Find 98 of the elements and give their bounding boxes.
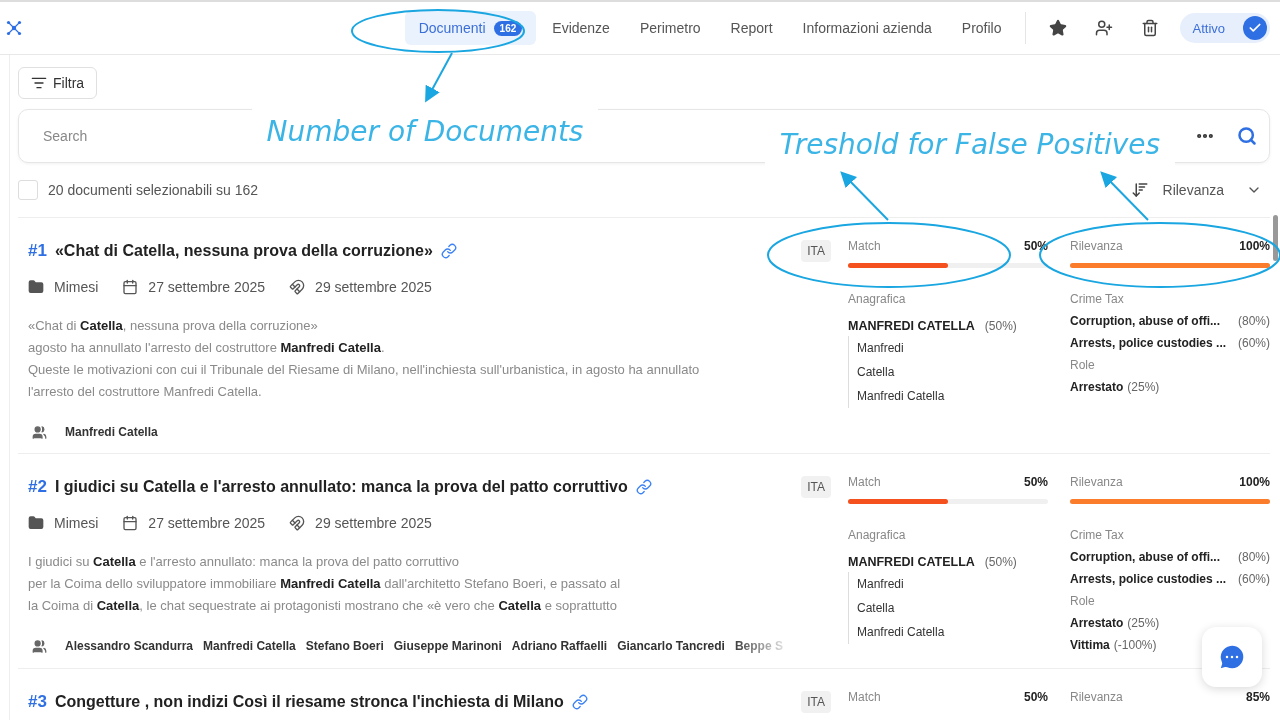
check-icon [1248, 21, 1262, 35]
nav-tab[interactable]: Informazioni azienda [788, 11, 946, 45]
match-value: 50% [1023, 690, 1048, 706]
folder-icon [28, 515, 44, 531]
match-label: Match [848, 690, 881, 706]
snippet-line: l'arresto del costruttore Manfredi Catella. [28, 383, 263, 401]
section-label: Anagrafica [848, 527, 907, 544]
section-label: Role [1070, 357, 1096, 374]
selection-count: 20 documenti selezionabili su 162 [48, 182, 259, 198]
crime-item: Arrests, police custodies ... (60%) [1070, 335, 1270, 352]
document-title[interactable]: Congetture , non indizi Così il riesame stronca l'inchiesta di Milano [54, 693, 564, 711]
source-label: Mimesi [54, 279, 99, 295]
sort-dropdown[interactable]: Rilevanza [1162, 182, 1224, 198]
person-tag[interactable]: Manfredi Catella [65, 425, 158, 439]
scrollbar-thumb[interactable] [1273, 215, 1278, 261]
match-label: Match [848, 475, 881, 491]
snippet-line: la Coima di Catella, le chat sequestrate ai protagonisti mostrano che «è vero che Catella e soprattutto [28, 597, 618, 615]
person-tag[interactable]: Giuseppe Marinoni [393, 639, 502, 653]
folder-icon [28, 279, 44, 295]
language-tag: ITA [801, 240, 831, 262]
document-title[interactable]: «Chat di Catella, nessuna prova della corruzione» [54, 242, 433, 260]
relevance-label: Rilevanza [1070, 239, 1123, 255]
calendar-icon [122, 279, 139, 295]
chat-button[interactable] [1202, 627, 1262, 687]
nav-tab[interactable]: Perimetro [625, 11, 715, 45]
trash-icon [1141, 19, 1160, 37]
collected-date: 29 settembre 2025 [315, 279, 432, 295]
document-number: #2 [28, 477, 47, 497]
document-title[interactable]: I giudici su Catella e l'arresto annullato: manca la prova del patto corruttivo [54, 478, 628, 496]
entity-name: MANFREDI CATELLA (50%) [848, 554, 1018, 571]
person-tag[interactable]: Stefano Boeri [305, 639, 384, 653]
filter-button[interactable]: Filtra [18, 67, 98, 99]
match-label: Match [848, 239, 881, 255]
add-user-icon [1095, 19, 1114, 37]
nav-tab[interactable]: Documenti 162 [404, 11, 537, 45]
alias-text: Catella [857, 364, 896, 381]
relevance-label: Rilevanza [1070, 690, 1123, 706]
star-icon [1049, 19, 1068, 37]
role-item: Arrestato (25%) [1070, 379, 1160, 396]
link-icon [440, 243, 457, 259]
count-badge: 162 [493, 20, 523, 36]
entity-name: MANFREDI CATELLA (50%) [848, 318, 1018, 335]
logo-icon[interactable] [6, 20, 22, 36]
snippet-line: agosto ha annullato l'arresto del costruttore Manfredi Catella. [28, 339, 386, 357]
snippet-line: Queste le motivazioni con cui il Tribunale del Riesame di Milano, nell'inchiesta sull'urbanistica, in agosto ha annullato [28, 361, 701, 379]
nav-tab[interactable]: Report [716, 11, 787, 45]
people-icon [32, 424, 47, 440]
magnet-icon [289, 279, 306, 295]
section-label: Crime Tax [1070, 527, 1125, 544]
filter-icon [31, 75, 47, 91]
relevance-value: 100% [1239, 475, 1270, 491]
document-number: #3 [28, 692, 47, 712]
role-item: Vittima (-100%) [1070, 637, 1157, 654]
relevance-value: 85% [1245, 690, 1270, 706]
collected-date: 29 settembre 2025 [315, 515, 432, 531]
crime-item: Corruption, abuse of offi... (80%) [1070, 549, 1270, 566]
nav-tab[interactable]: Profilo [947, 11, 1016, 45]
person-tag[interactable]: Alessandro Scandurra [65, 639, 194, 653]
callout-arrow [840, 171, 889, 221]
alias-text: Manfredi [857, 576, 905, 593]
callout-arrow [425, 52, 453, 103]
sort-icon [1130, 181, 1149, 199]
callout-arrow [1100, 171, 1149, 221]
alias-text: Manfredi Catella [857, 624, 946, 641]
magnet-icon [289, 515, 306, 531]
nav-tab[interactable]: Evidenze [538, 11, 624, 45]
crime-item: Corruption, abuse of offi... (80%) [1070, 313, 1270, 330]
crime-item: Arrests, police custodies ... (60%) [1070, 571, 1270, 588]
relevance-value: 100% [1239, 239, 1270, 255]
alias-text: Manfredi [857, 340, 905, 357]
language-tag: ITA [801, 476, 831, 498]
select-all-checkbox[interactable] [18, 180, 38, 200]
section-label: Crime Tax [1070, 291, 1125, 308]
relevance-label: Rilevanza [1070, 475, 1123, 491]
published-date: 27 settembre 2025 [148, 279, 266, 295]
link-icon [635, 479, 652, 495]
snippet-line: I giudici su Catella e l'arresto annullato: manca la prova del patto corruttivo [28, 553, 460, 571]
person-tag[interactable]: Manfredi Catella [203, 639, 296, 653]
language-tag: ITA [801, 691, 831, 713]
source-label: Mimesi [54, 515, 99, 531]
snippet-line: per la Coima dello sviluppatore immobiliare Manfredi Catella dall'architetto Stefano Boeri, e passato al [28, 575, 622, 593]
snippet-line: «Chat di Catella, nessuna prova della corruzione» [28, 317, 319, 335]
search-icon[interactable] [1237, 126, 1257, 146]
alias-text: Manfredi Catella [857, 388, 946, 405]
published-date: 27 settembre 2025 [148, 515, 266, 531]
status-toggle[interactable]: Attivo [1180, 13, 1270, 43]
calendar-icon [122, 515, 139, 531]
person-tag[interactable]: Giancarlo Tancredi [617, 639, 725, 653]
document-number: #1 [28, 241, 47, 261]
chat-icon [1217, 642, 1247, 672]
section-label: Anagrafica [848, 291, 907, 308]
section-label: Role [1070, 593, 1096, 610]
person-tag[interactable]: Adriano Raffaelli [511, 639, 608, 653]
link-icon [571, 694, 588, 710]
role-item: Arrestato (25%) [1070, 615, 1160, 632]
alias-text: Catella [857, 600, 896, 617]
match-value: 50% [1023, 475, 1048, 491]
people-icon [32, 638, 47, 654]
